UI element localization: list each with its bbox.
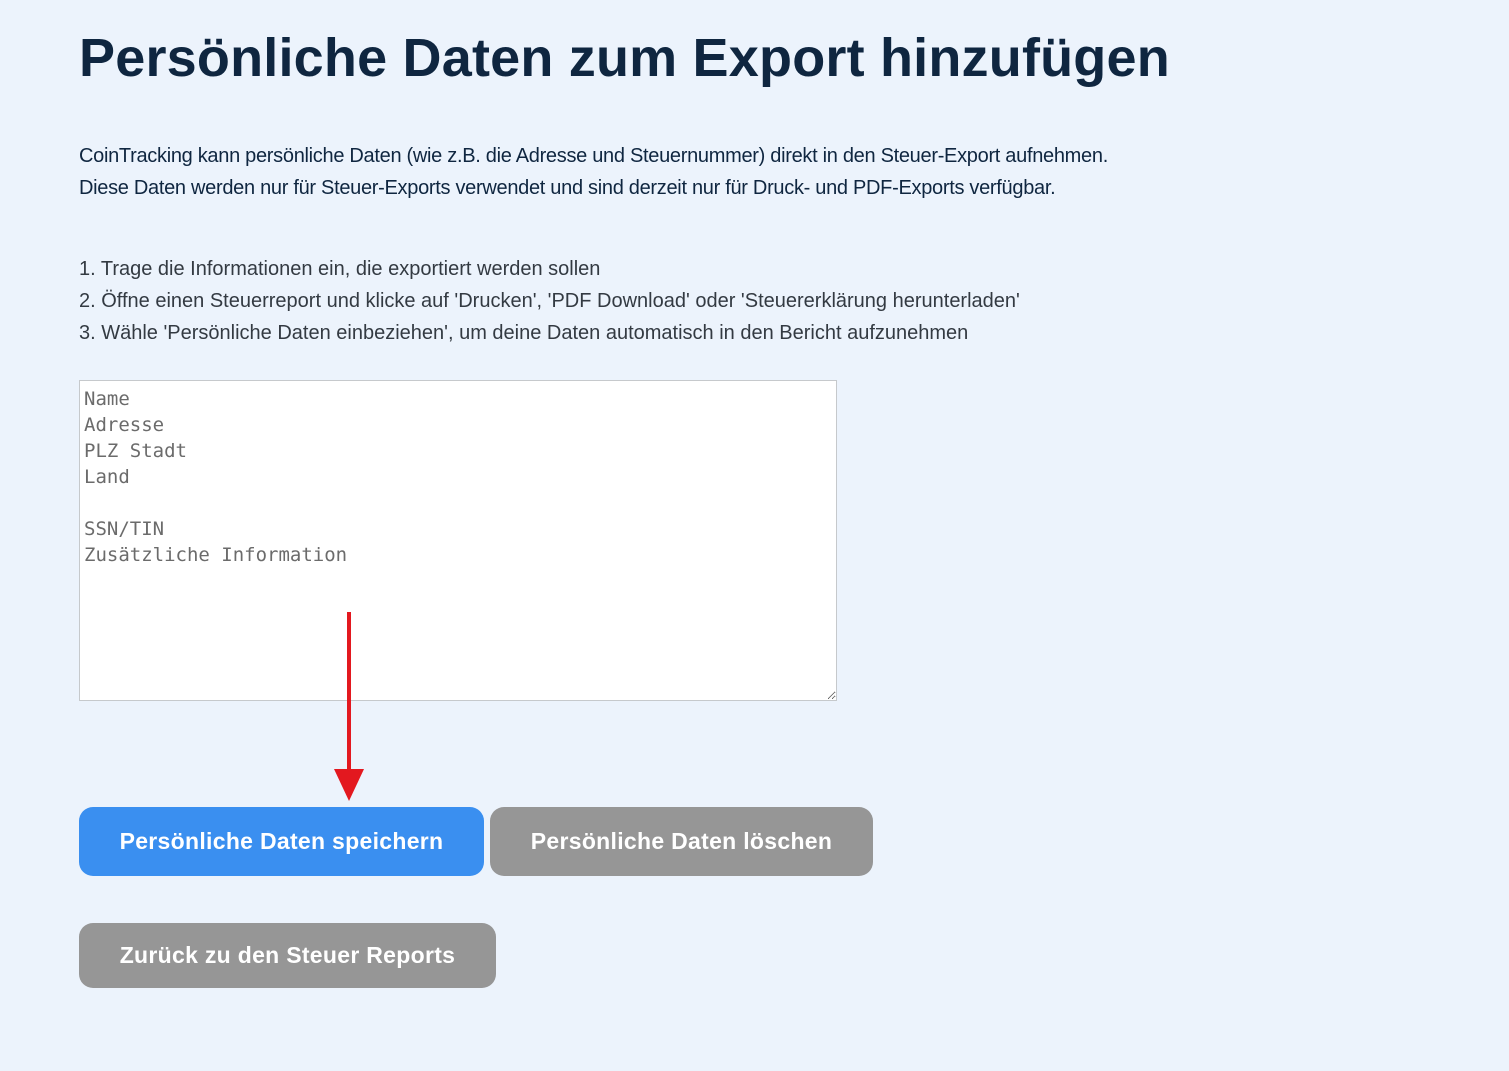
red-arrow-annotation [334, 612, 364, 801]
back-to-tax-reports-button[interactable]: Zurück zu den Steuer Reports [79, 923, 496, 988]
step-2: 2. Öffne einen Steuerreport und klicke a… [79, 290, 1020, 312]
intro-text: CoinTracking kann persönliche Daten (wie… [79, 140, 1108, 204]
save-personal-data-button[interactable]: Persönliche Daten speichern [79, 807, 484, 876]
personal-data-field-wrapper [79, 380, 837, 701]
intro-line-2: Diese Daten werden nur für Steuer-Export… [79, 177, 1056, 199]
step-1: 1. Trage die Informationen ein, die expo… [79, 258, 601, 280]
step-3: 3. Wähle 'Persönliche Daten einbeziehen'… [79, 322, 969, 344]
personal-data-textarea[interactable] [79, 380, 837, 701]
arrow-head [334, 769, 364, 801]
instruction-steps: 1. Trage die Informationen ein, die expo… [79, 253, 1020, 349]
page-title: Persönliche Daten zum Export hinzufügen [79, 28, 1170, 88]
intro-line-1: CoinTracking kann persönliche Daten (wie… [79, 145, 1108, 167]
delete-personal-data-button[interactable]: Persönliche Daten löschen [490, 807, 873, 876]
